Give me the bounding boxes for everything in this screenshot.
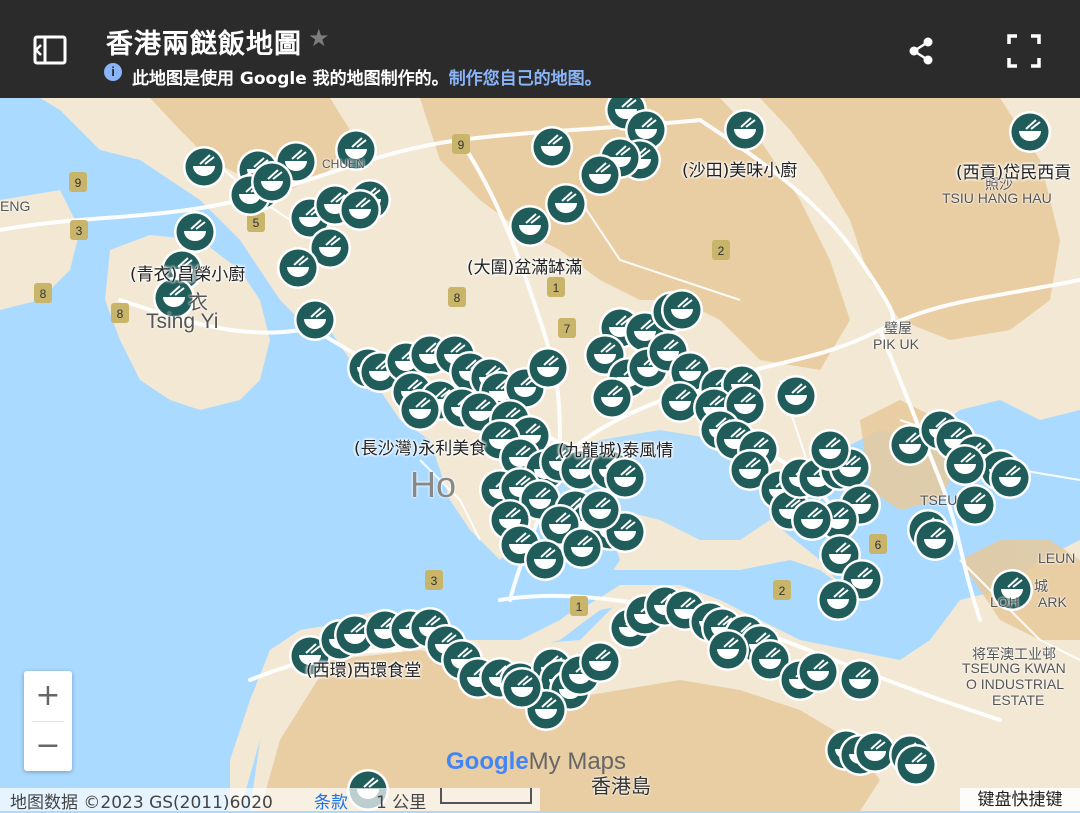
map-data-credit: 地图数据 ©2023 GS(2011)6020: [10, 793, 273, 813]
bowl-icon[interactable]: [531, 126, 573, 168]
bowl-icon[interactable]: [591, 377, 633, 419]
label-saikung[interactable]: (西貢)岱民西貢: [956, 158, 1071, 183]
bowl-icon[interactable]: [839, 659, 881, 701]
bowl-icon[interactable]: [797, 651, 839, 693]
place-tko-3: ESTATE: [992, 692, 1045, 708]
scale-label[interactable]: 1 公里: [376, 788, 426, 813]
bowl-icon[interactable]: [707, 629, 749, 671]
info-icon: i: [104, 63, 122, 81]
mymaps-logo-text: My Maps: [528, 748, 627, 775]
bowl-icon[interactable]: [954, 484, 996, 526]
bowl-icon[interactable]: [1009, 111, 1051, 153]
bowl-icon[interactable]: [183, 146, 225, 188]
place-tko-2: O INDUSTRIAL: [966, 676, 1065, 692]
svg-text:5: 5: [253, 216, 260, 230]
place-chuen: CHUEN: [322, 157, 365, 171]
bowl-icon[interactable]: [724, 109, 766, 151]
bowl-icon[interactable]: [524, 539, 566, 581]
bowl-icon[interactable]: [791, 499, 833, 541]
svg-text:9: 9: [458, 138, 465, 152]
place-tko-1: TSEUNG KWAN: [962, 660, 1066, 676]
terms-link[interactable]: 条款: [314, 788, 348, 813]
label-shatin[interactable]: (沙田)美味小廚: [682, 156, 797, 181]
subtitle-text: 此地图是使用 Google 我的地图制作的。: [132, 69, 449, 89]
bowl-icon[interactable]: [809, 429, 851, 471]
place-eng: ENG: [0, 198, 31, 214]
label-taiwai[interactable]: (大圍)盆滿缽滿: [467, 253, 582, 278]
bowl-icon[interactable]: [944, 444, 986, 486]
subtitle-link[interactable]: 制作您自己的地图。: [449, 69, 602, 89]
svg-text:6: 6: [875, 538, 882, 552]
bowl-icon[interactable]: [579, 641, 621, 683]
svg-text:2: 2: [718, 244, 725, 258]
place-tsiu-hang-hau: TSIU HANG HAU: [942, 190, 1052, 206]
place-pik-uk: PIK UK: [873, 336, 919, 352]
bowl-icon[interactable]: [509, 205, 551, 247]
zoom-separator: [32, 721, 64, 722]
bowl-icon[interactable]: [661, 289, 703, 331]
bowl-icon[interactable]: [775, 375, 817, 417]
svg-text:7: 7: [564, 322, 571, 336]
map-footer: 地图数据 ©2023 GS(2011)6020 条款 1 公里: [0, 788, 540, 813]
share-icon[interactable]: [904, 34, 938, 68]
place-cheng: 城: [1034, 578, 1048, 594]
svg-text:9: 9: [75, 176, 82, 190]
place-lohas: LOH: [990, 594, 1019, 610]
place-leung: LEUN: [1038, 550, 1076, 566]
bowl-icon[interactable]: [895, 744, 937, 786]
bowl-icon[interactable]: [579, 489, 621, 531]
bowl-icon[interactable]: [817, 579, 859, 621]
star-icon[interactable]: ★: [308, 24, 330, 53]
label-cheungshawan[interactable]: (長沙灣)永利美食: [354, 434, 486, 459]
bowl-icon[interactable]: [399, 389, 441, 431]
svg-text:1: 1: [553, 281, 560, 295]
bowl-icon[interactable]: [561, 527, 603, 569]
bowl-icon[interactable]: [989, 457, 1031, 499]
svg-text:8: 8: [40, 287, 47, 301]
fullscreen-icon[interactable]: [1005, 32, 1043, 70]
place-tseung: TSEU: [920, 492, 958, 508]
svg-text:1: 1: [576, 600, 583, 614]
place-park: ARK: [1038, 594, 1067, 610]
bowl-icon[interactable]: [501, 667, 543, 709]
map-title: 香港兩餸飯地圖: [106, 29, 302, 60]
bowl-icon[interactable]: [527, 347, 569, 389]
bowl-icon[interactable]: [251, 161, 293, 203]
zoom-out-button[interactable]: −: [24, 721, 72, 771]
label-kowlooncity[interactable]: (九龍城)泰風情: [558, 436, 673, 461]
label-saiwan[interactable]: (西環)西環食堂: [306, 656, 421, 681]
bowl-icon[interactable]: [545, 183, 587, 225]
scale-bar: [440, 788, 532, 804]
bowl-icon[interactable]: [914, 519, 956, 561]
header-bar: 香港兩餸飯地圖 ★ i 此地图是使用 Google 我的地图制作的。制作您自己的…: [0, 0, 1080, 98]
place-hong-kong: Ho: [410, 464, 457, 505]
subtitle: 此地图是使用 Google 我的地图制作的。制作您自己的地图。: [132, 64, 602, 89]
map-canvas[interactable]: 9 3 8 8 5 9 8 1 7 2 6 2 3 1: [0, 0, 1080, 811]
bowl-icon[interactable]: [579, 154, 621, 196]
bowl-icon[interactable]: [294, 299, 336, 341]
bowl-icon[interactable]: [339, 189, 381, 231]
place-tsing-yi-cn: 衣: [188, 292, 208, 314]
label-tsingyi[interactable]: (青衣)昌榮小廚: [130, 260, 245, 285]
sidebar-icon[interactable]: [30, 30, 70, 70]
svg-text:8: 8: [454, 291, 461, 305]
svg-text:8: 8: [117, 307, 124, 321]
zoom-control: + −: [24, 671, 72, 771]
google-logo-text: Google: [446, 748, 529, 775]
keyboard-shortcuts-button[interactable]: 键盘快捷键: [960, 788, 1080, 811]
google-mymaps-logo: GoogleMy Maps: [446, 748, 626, 776]
bowl-icon[interactable]: [174, 211, 216, 253]
place-pik-uk-cn: 璧屋: [884, 320, 912, 336]
svg-text:2: 2: [779, 584, 786, 598]
svg-text:3: 3: [431, 574, 438, 588]
zoom-in-button[interactable]: +: [24, 671, 72, 721]
svg-text:3: 3: [76, 224, 83, 238]
bowl-icon[interactable]: [277, 247, 319, 289]
